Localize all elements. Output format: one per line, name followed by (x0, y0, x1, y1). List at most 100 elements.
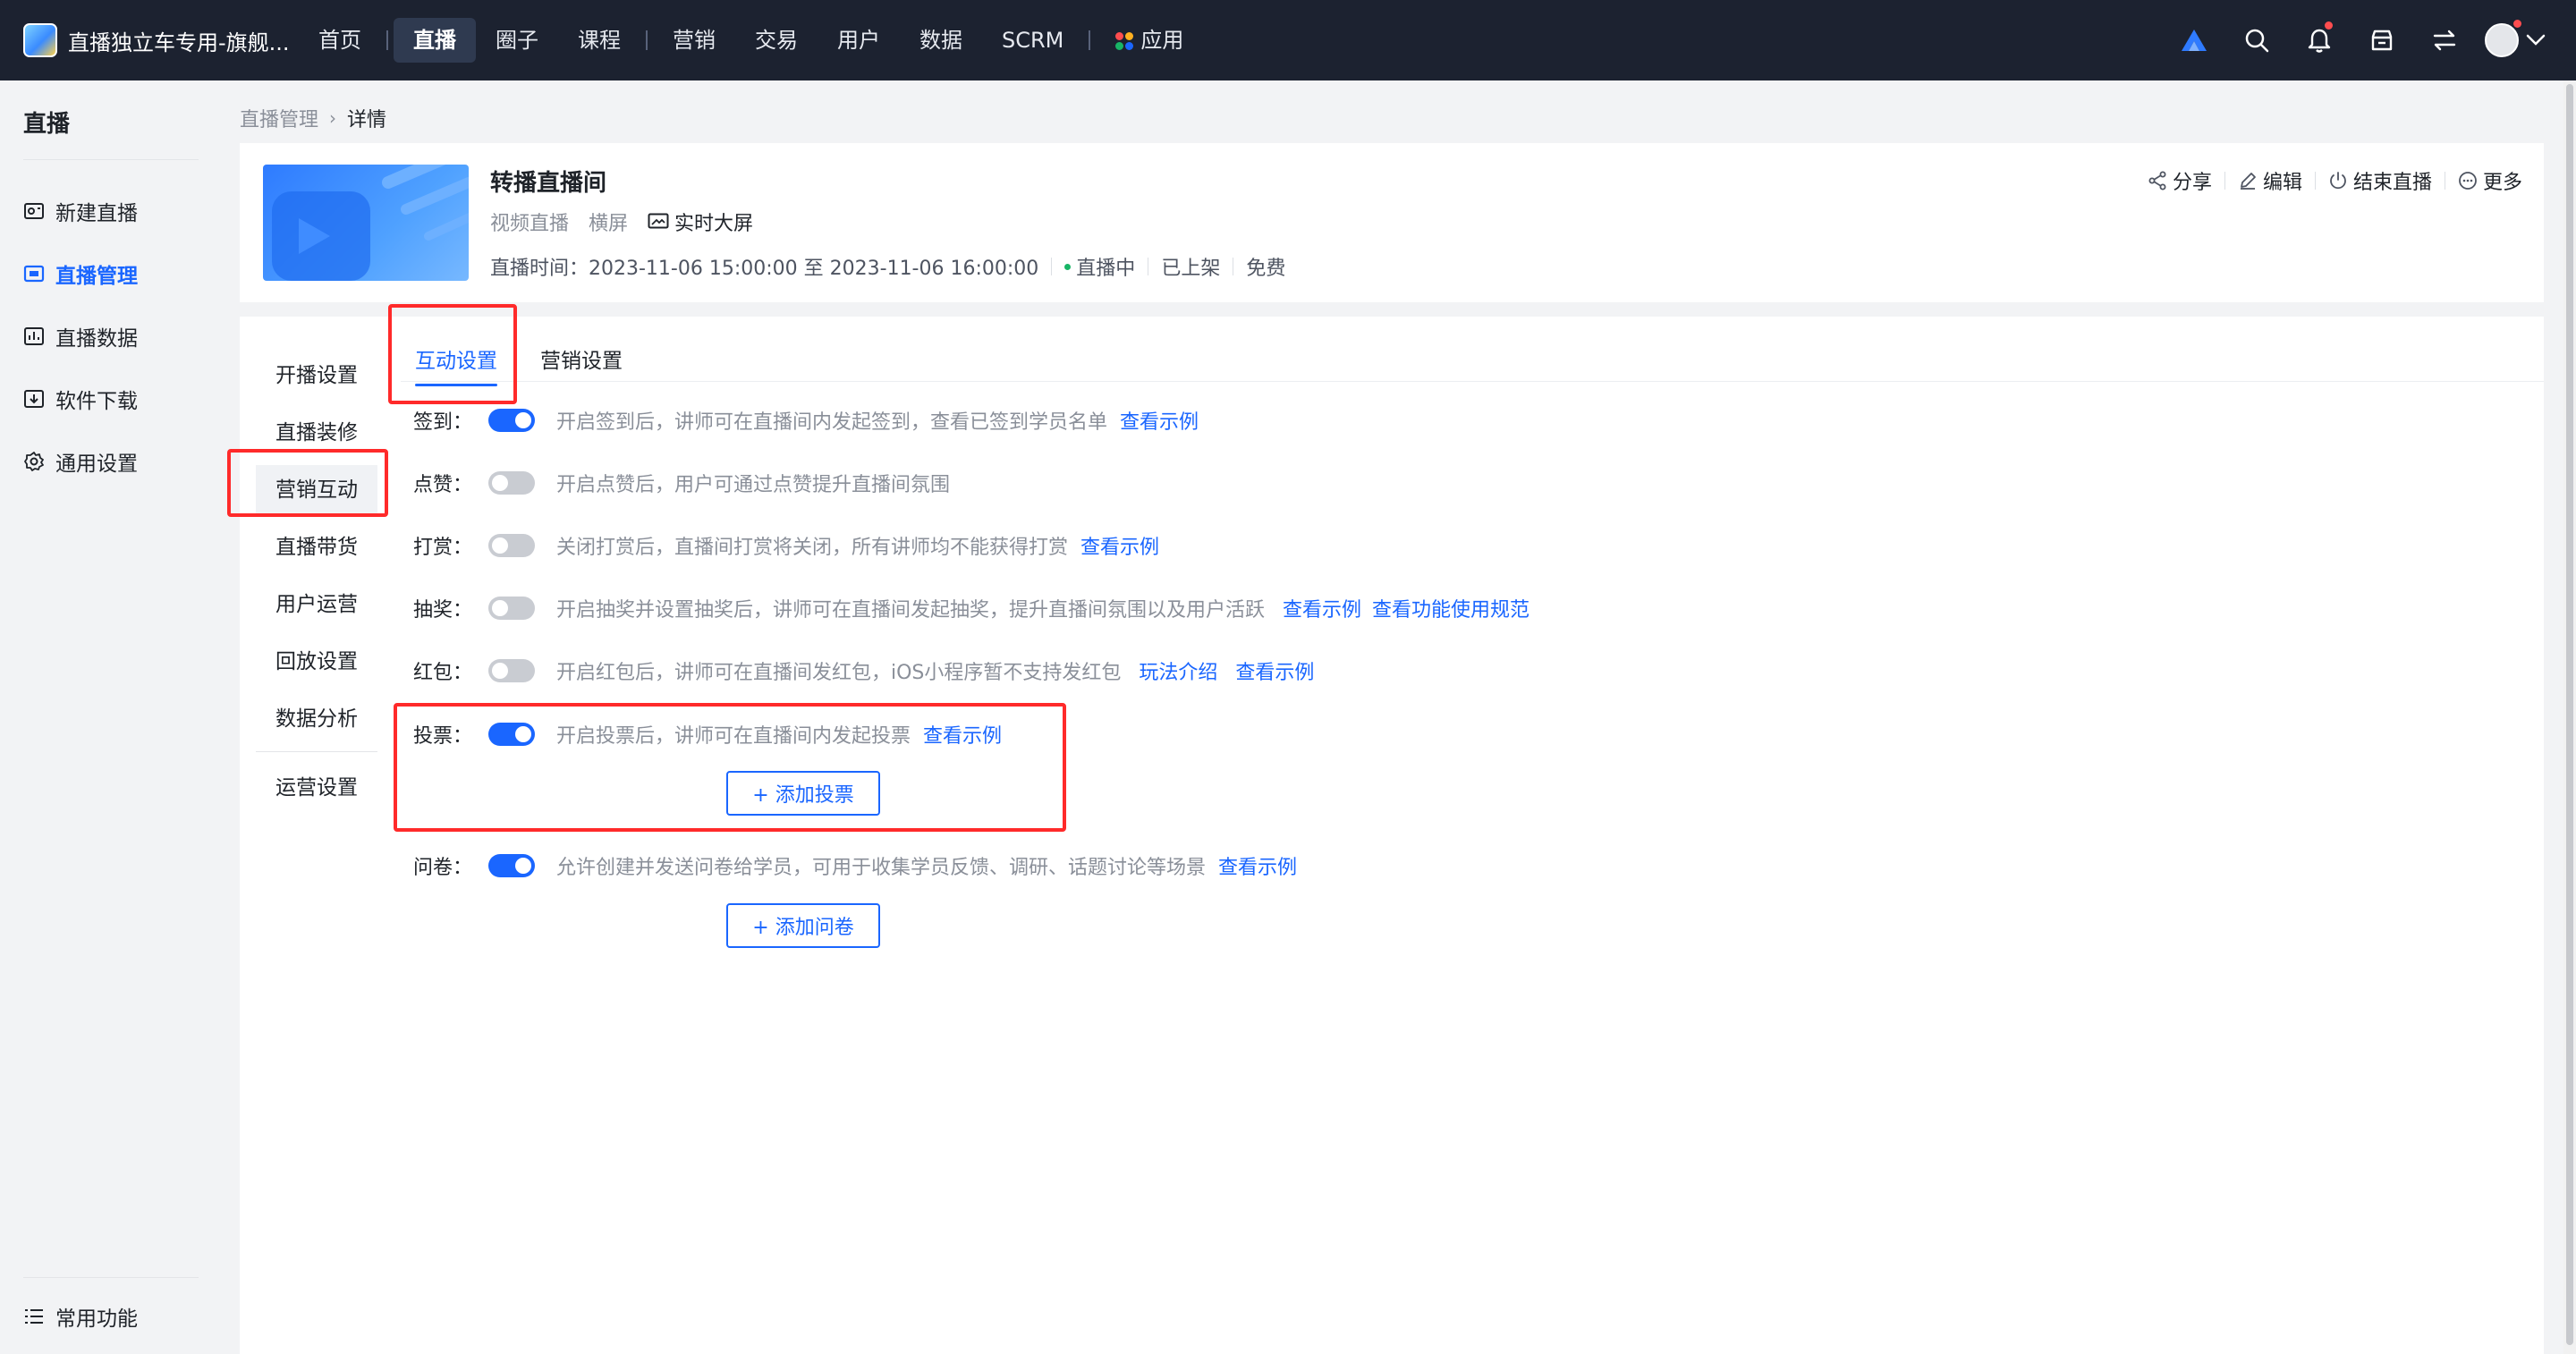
share-button[interactable]: 分享 (2148, 166, 2212, 195)
breadcrumb-current: 详情 (347, 109, 387, 131)
vote-toggle[interactable] (488, 723, 535, 746)
setting-desc: 开启抽奖并设置抽奖后，讲师可在直播间发起抽奖，提升直播间氛围以及用户活跃 (556, 599, 1266, 622)
settings-nav-item[interactable]: 运营设置 (256, 763, 377, 813)
add-vote-button[interactable]: + 添加投票 (726, 771, 880, 816)
settings-nav-item[interactable]: 直播装修 (256, 408, 377, 458)
settings-nav-item[interactable]: 开播设置 (256, 351, 377, 401)
setting-row-lottery: 抽奖： 开启抽奖并设置抽奖后，讲师可在直播间发起抽奖，提升直播间氛围以及用户活跃… (413, 592, 1530, 624)
power-icon (2328, 171, 2348, 190)
sidebar-item-label: 直播数据 (55, 327, 138, 351)
sidebar-item-label: 软件下载 (55, 390, 138, 413)
view-example-link[interactable]: 查看示例 (1080, 531, 1159, 560)
tab-marketing-settings[interactable]: 营销设置 (540, 343, 623, 374)
page-scrollbar[interactable] (2563, 80, 2576, 1354)
settings-nav-item[interactable]: 直播带货 (256, 522, 377, 572)
sidebar-item-general-settings[interactable]: 通用设置 (23, 444, 138, 479)
sidebar-item-new-live[interactable]: 新建直播 (23, 193, 138, 229)
avatar (2485, 23, 2519, 57)
sidebar-item-common-functions[interactable]: 常用功能 (23, 1299, 138, 1334)
nav-course[interactable]: 课程 (558, 18, 640, 63)
nav-scrm[interactable]: SCRM (982, 18, 1083, 63)
live-time: 直播时间：2023-11-06 15:00:00 至 2023-11-06 16… (490, 258, 1039, 280)
more-label: 更多 (2482, 172, 2522, 194)
lottery-toggle[interactable] (488, 597, 535, 620)
live-orientation: 横屏 (589, 213, 629, 235)
sidebar-item-download[interactable]: 软件下载 (23, 381, 138, 417)
tab-interaction-settings[interactable]: 互动设置 (415, 343, 497, 386)
survey-toggle[interactable] (488, 854, 535, 877)
setting-label: 红包： (413, 662, 473, 684)
nav-circle[interactable]: 圈子 (476, 18, 558, 63)
view-example-link[interactable]: 查看示例 (923, 720, 1002, 749)
store-icon[interactable] (2351, 0, 2413, 80)
setting-row-vote: 投票： 开启投票后，讲师可在直播间内发起投票 查看示例 (413, 718, 1002, 750)
edit-icon (2238, 171, 2258, 190)
price: 免费 (1246, 258, 1286, 280)
download-icon (23, 388, 45, 410)
divider (2314, 172, 2316, 190)
view-example-link[interactable]: 查看示例 (1283, 594, 1361, 622)
brand-name: 直播独立车专用-旗舰... (68, 30, 290, 55)
screen-icon (648, 213, 669, 229)
setting-row-signin: 签到： 开启签到后，讲师可在直播间内发起签到，查看已签到学员名单 查看示例 (413, 404, 1199, 436)
reward-toggle[interactable] (488, 534, 535, 557)
setting-label: 问卷： (413, 857, 473, 879)
chevron-down-icon (2526, 34, 2546, 46)
view-example-link[interactable]: 查看示例 (1235, 656, 1314, 685)
nav-user[interactable]: 用户 (818, 18, 900, 63)
bell-icon[interactable] (2288, 0, 2351, 80)
end-live-label: 结束直播 (2352, 172, 2432, 194)
scrollbar-thumb[interactable] (2566, 84, 2573, 1345)
notification-dot (2513, 20, 2521, 28)
view-example-link[interactable]: 查看示例 (1120, 406, 1199, 435)
nav-marketing[interactable]: 营销 (653, 18, 735, 63)
nav-apps[interactable]: 应用 (1096, 18, 1203, 63)
settings-nav-item-active[interactable]: 营销互动 (256, 465, 377, 515)
brand-a-icon[interactable] (2163, 0, 2225, 80)
search-icon[interactable] (2225, 0, 2288, 80)
nav-live[interactable]: 直播 (394, 18, 476, 63)
live-type: 视频直播 (490, 213, 570, 235)
sidebar-item-label: 通用设置 (55, 453, 138, 476)
sidebar-item-live-manage[interactable]: 直播管理 (23, 256, 138, 292)
usage-rules-link[interactable]: 查看功能使用规范 (1372, 594, 1530, 622)
nav-data[interactable]: 数据 (900, 18, 982, 63)
settings-nav-item[interactable]: 回放设置 (256, 637, 377, 687)
main-nav: 首页 直播 圈子 课程 营销 交易 用户 数据 SCRM 应用 (299, 18, 1203, 63)
user-menu[interactable] (2485, 20, 2546, 57)
nav-trade[interactable]: 交易 (735, 18, 818, 63)
bigscreen-link[interactable]: 实时大屏 (648, 207, 773, 236)
end-live-button[interactable]: 结束直播 (2328, 166, 2432, 195)
settings-nav-item[interactable]: 用户运营 (256, 580, 377, 630)
signin-toggle[interactable] (488, 409, 535, 432)
sidebar-item-label: 新建直播 (55, 202, 138, 225)
breadcrumb-parent[interactable]: 直播管理 (240, 104, 318, 132)
sidebar-item-live-data[interactable]: 直播数据 (23, 318, 138, 354)
like-toggle[interactable] (488, 471, 535, 495)
nav-home[interactable]: 首页 (299, 18, 381, 63)
edit-button[interactable]: 编辑 (2238, 166, 2302, 195)
live-cover-image (263, 165, 469, 281)
sidebar-title: 直播 (23, 111, 71, 138)
setting-desc: 开启投票后，讲师可在直播间内发起投票 (556, 725, 911, 748)
live-time-row: 直播时间：2023-11-06 15:00:00 至 2023-11-06 16… (490, 252, 1285, 281)
view-example-link[interactable]: 查看示例 (1218, 851, 1297, 880)
add-survey-button[interactable]: + 添加问卷 (726, 903, 880, 948)
divider (2224, 172, 2225, 190)
sidebar-divider (23, 1277, 199, 1278)
more-button[interactable]: 更多 (2458, 166, 2522, 195)
switch-icon[interactable] (2413, 0, 2476, 80)
gameplay-intro-link[interactable]: 玩法介绍 (1139, 656, 1217, 685)
redpacket-toggle[interactable] (488, 659, 535, 682)
shelf-status: 已上架 (1161, 258, 1221, 280)
brand-logo (23, 23, 57, 57)
setting-desc: 开启红包后，讲师可在直播间发红包，iOS小程序暂不支持发红包 (556, 662, 1122, 684)
nav-divider (386, 30, 388, 50)
setting-label: 打赏： (413, 537, 473, 559)
setting-desc: 开启签到后，讲师可在直播间内发起签到，查看已签到学员名单 (556, 411, 1108, 434)
brand[interactable]: 直播独立车专用-旗舰... (23, 23, 299, 57)
edit-label: 编辑 (2262, 172, 2302, 194)
setting-label: 签到： (413, 411, 473, 434)
settings-nav-item[interactable]: 数据分析 (256, 694, 377, 744)
settings-card: 开播设置 直播装修 营销互动 直播带货 用户运营 回放设置 数据分析 运营设置 … (240, 317, 2544, 1354)
